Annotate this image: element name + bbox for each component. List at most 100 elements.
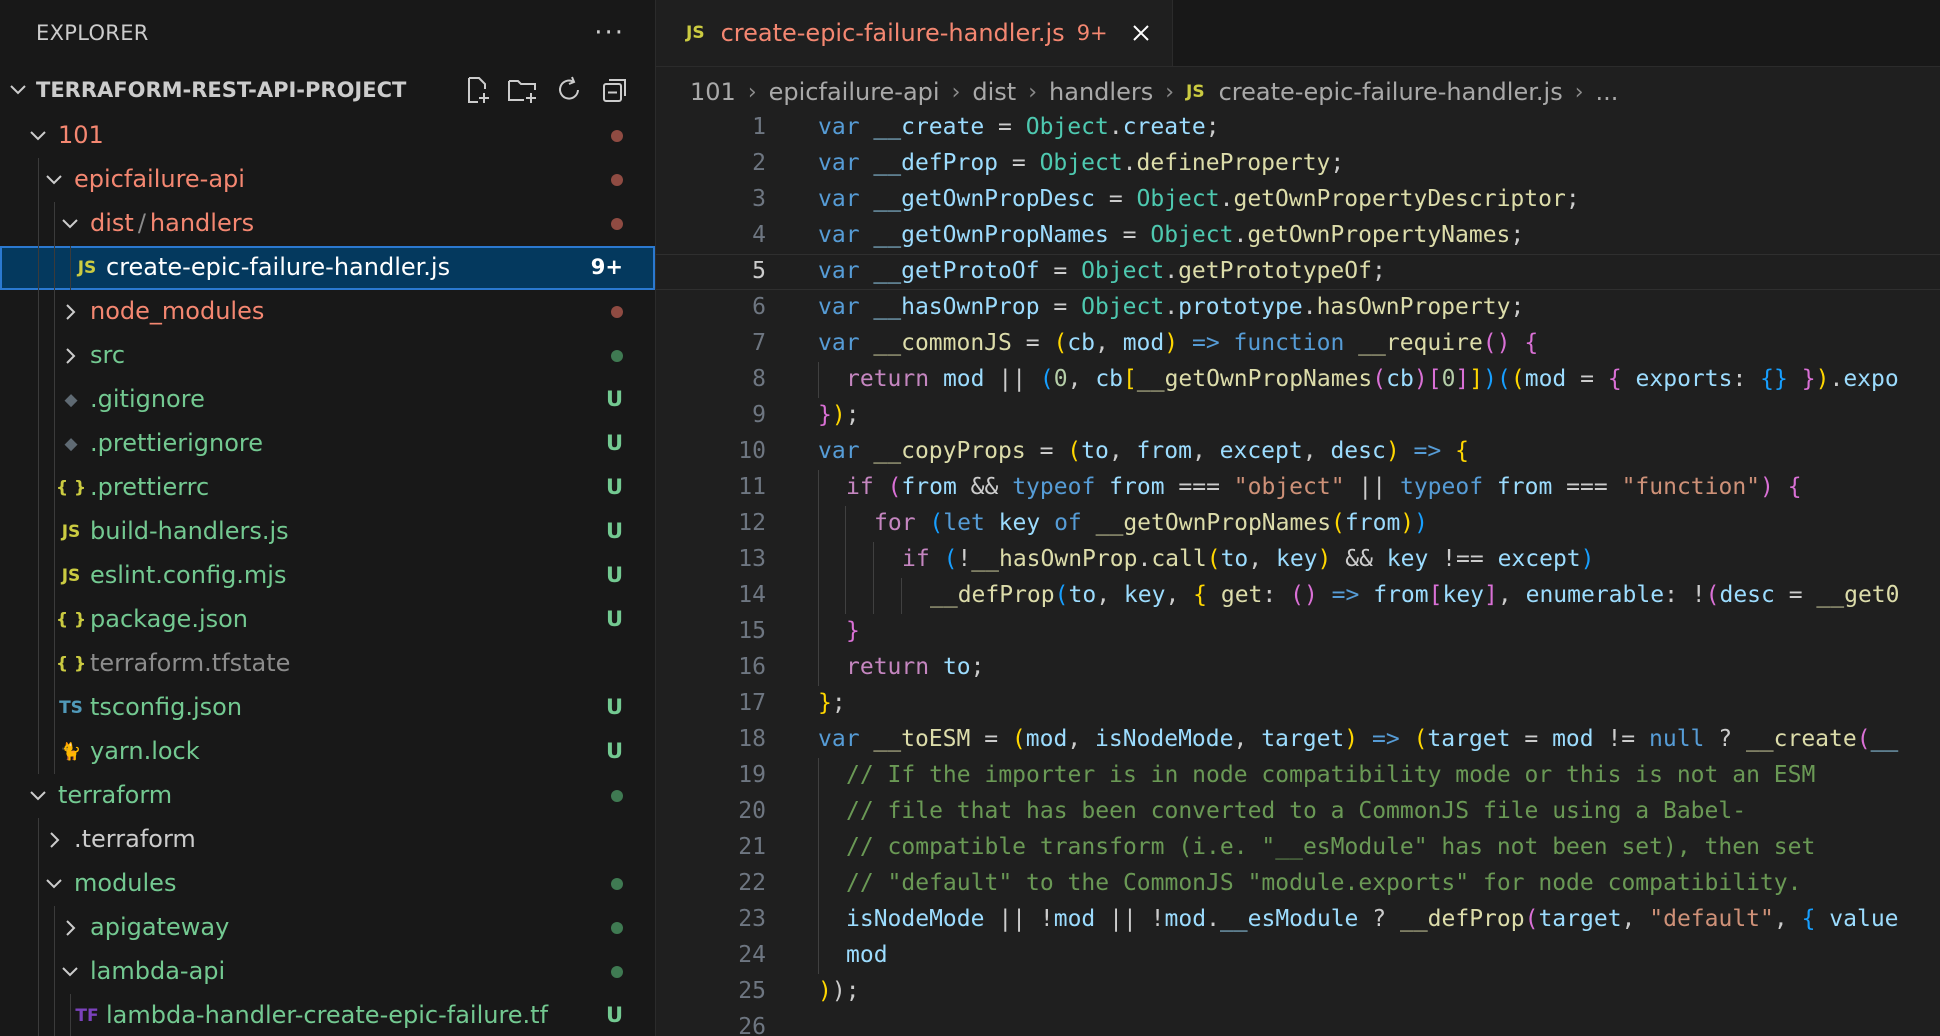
code-line[interactable]: 7 var __commonJS = (cb, mod) => function … xyxy=(656,326,1940,362)
code-line[interactable]: 13 if (!__hasOwnProp.call(to, key) && key… xyxy=(656,542,1940,578)
chevron-right-icon[interactable] xyxy=(44,830,64,850)
tree-item[interactable]: TS tsconfig.json U xyxy=(0,686,655,730)
code-token: Object xyxy=(1150,222,1234,248)
code-line[interactable]: 15} xyxy=(656,614,1940,650)
tree-item[interactable]: ◆ .gitignore U xyxy=(0,378,655,422)
code-token: () xyxy=(1290,582,1318,608)
tree-item[interactable]: .terraform xyxy=(0,818,655,862)
code-token: var xyxy=(818,222,860,248)
tree-item[interactable]: 101 xyxy=(0,114,655,158)
tree-item[interactable]: dist / handlers xyxy=(0,202,655,246)
code-line[interactable]: 26 xyxy=(656,1010,1940,1036)
code-line[interactable]: 1 var __create = Object.create; xyxy=(656,110,1940,146)
chevron-down-icon[interactable] xyxy=(28,126,48,146)
chevron-down-icon[interactable] xyxy=(28,786,48,806)
code-line[interactable]: 19 // If the importer is in node compatib… xyxy=(656,758,1940,794)
code-token: } xyxy=(846,618,860,644)
breadcrumb-item-file[interactable]: create-epic-failure-handler.js xyxy=(1219,78,1563,106)
code-token: . xyxy=(1164,258,1179,284)
breadcrumb-item-handlers[interactable]: handlers xyxy=(1049,78,1153,106)
code-line[interactable]: 10 var __copyProps = (to, from, except, d… xyxy=(656,434,1940,470)
tree-item-label: apigateway xyxy=(90,913,230,941)
chevron-right-icon[interactable] xyxy=(60,302,80,322)
chevron-down-icon[interactable] xyxy=(44,874,64,894)
indent-guide xyxy=(38,994,39,1036)
code-line[interactable]: 3 var __getOwnPropDesc = Object.getOwnPro… xyxy=(656,182,1940,218)
git-status-badge: U xyxy=(605,431,623,455)
chevron-down-icon[interactable] xyxy=(60,962,80,982)
git-status-badge: U xyxy=(605,607,623,631)
code-line[interactable]: 5 var __getProtoOf = Object.getPrototypeO… xyxy=(656,254,1940,290)
code-line[interactable]: 20 // file that has been converted to a C… xyxy=(656,794,1940,830)
collapse-all-icon[interactable] xyxy=(599,74,631,106)
more-actions-icon[interactable]: ··· xyxy=(594,18,625,48)
code-line[interactable]: 8 return mod || (0, cb[__getOwnPropNames(… xyxy=(656,362,1940,398)
tree-item[interactable]: TF lambda-handler-create-epic-failure.tf U xyxy=(0,994,655,1036)
code-line[interactable]: 12 for (let key of __getOwnPropNames(from… xyxy=(656,506,1940,542)
tree-item[interactable]: apigateway xyxy=(0,906,655,950)
close-icon[interactable] xyxy=(1130,22,1152,44)
code-token: ) xyxy=(1483,366,1497,392)
code-token: mod xyxy=(1053,906,1096,932)
code-line[interactable]: 22 // "default" to the CommonJS "module.e… xyxy=(656,866,1940,902)
code-line[interactable]: 9}); xyxy=(656,398,1940,434)
code-token: != xyxy=(1593,726,1649,752)
project-header[interactable]: TERRAFORM-REST-API-PROJECT xyxy=(0,66,655,114)
tree-item[interactable]: node_modules xyxy=(0,290,655,334)
status-dot xyxy=(611,130,623,142)
code-line[interactable]: 25)); xyxy=(656,974,1940,1010)
code-line[interactable]: 23 isNodeMode || !mod || !mod.__esModule … xyxy=(656,902,1940,938)
code-token: : ! xyxy=(1664,582,1706,608)
tree-item[interactable]: { } package.json U xyxy=(0,598,655,642)
code-text: var __getOwnPropDesc = Object.getOwnProp… xyxy=(818,186,1580,212)
tree-item[interactable]: 🐈 yarn.lock U xyxy=(0,730,655,774)
code-token: getOwnPropertyNames xyxy=(1247,222,1511,248)
breadcrumb-item-dist[interactable]: dist xyxy=(972,78,1016,106)
code-line[interactable]: 24 mod xyxy=(656,938,1940,974)
code-token: } xyxy=(818,690,832,716)
code-line[interactable]: 2 var __defProp = Object.defineProperty; xyxy=(656,146,1940,182)
tree-item[interactable]: JS create-epic-failure-handler.js 9+ xyxy=(0,246,655,290)
code-token: ) xyxy=(1815,366,1830,392)
tree-item[interactable]: { } .prettierrc U xyxy=(0,466,655,510)
chevron-down-icon[interactable] xyxy=(60,214,80,234)
chevron-down-icon[interactable] xyxy=(44,170,64,190)
code-token: isNodeMode xyxy=(1095,726,1234,752)
tree-item[interactable]: ◆ .prettierignore U xyxy=(0,422,655,466)
chevron-right-icon[interactable] xyxy=(60,346,80,366)
chevron-right-icon[interactable] xyxy=(60,918,80,938)
new-file-icon[interactable] xyxy=(461,74,493,106)
code-line[interactable]: 21 // compatible transform (i.e. "__esMod… xyxy=(656,830,1940,866)
breadcrumb-item-epicfailure-api[interactable]: epicfailure-api xyxy=(769,78,940,106)
code-line[interactable]: 6 var __hasOwnProp = Object.prototype.has… xyxy=(656,290,1940,326)
tree-item[interactable]: modules xyxy=(0,862,655,906)
code-line[interactable]: 4 var __getOwnPropNames = Object.getOwnPr… xyxy=(656,218,1940,254)
code-token: __defProp xyxy=(930,582,1055,608)
code-editor[interactable]: 1 var __create = Object.create; 2 var __def… xyxy=(656,110,1940,1036)
code-line[interactable]: 11 if (from && typeof from === "object" |… xyxy=(656,470,1940,506)
tree-item[interactable]: { } terraform.tfstate xyxy=(0,642,655,686)
code-token: , xyxy=(1302,438,1331,464)
tree-item[interactable]: JS eslint.config.mjs U xyxy=(0,554,655,598)
code-line[interactable]: 18 var __toESM = (mod, isNodeMode, target… xyxy=(656,722,1940,758)
code-token: && xyxy=(956,474,1013,500)
code-line[interactable]: 17}; xyxy=(656,686,1940,722)
tree-item[interactable]: lambda-api xyxy=(0,950,655,994)
code-token: ( xyxy=(1497,366,1511,392)
code-line[interactable]: 14 __defProp(to, key, { get: () => from[k… xyxy=(656,578,1940,614)
refresh-icon[interactable] xyxy=(553,74,585,106)
tab-create-epic-failure-handler[interactable]: JS create-epic-failure-handler.js 9+ xyxy=(656,0,1173,66)
code-line[interactable]: 16 return to; xyxy=(656,650,1940,686)
tree-item[interactable]: src xyxy=(0,334,655,378)
tree-item[interactable]: epicfailure-api xyxy=(0,158,655,202)
breadcrumb-item-symbols[interactable]: ... xyxy=(1596,78,1619,106)
breadcrumb-item-101[interactable]: 101 xyxy=(690,78,736,106)
typescript-file-icon: TS xyxy=(59,698,83,718)
tree-item[interactable]: terraform xyxy=(0,774,655,818)
new-folder-icon[interactable] xyxy=(507,74,539,106)
tree-item[interactable]: JS build-handlers.js U xyxy=(0,510,655,554)
